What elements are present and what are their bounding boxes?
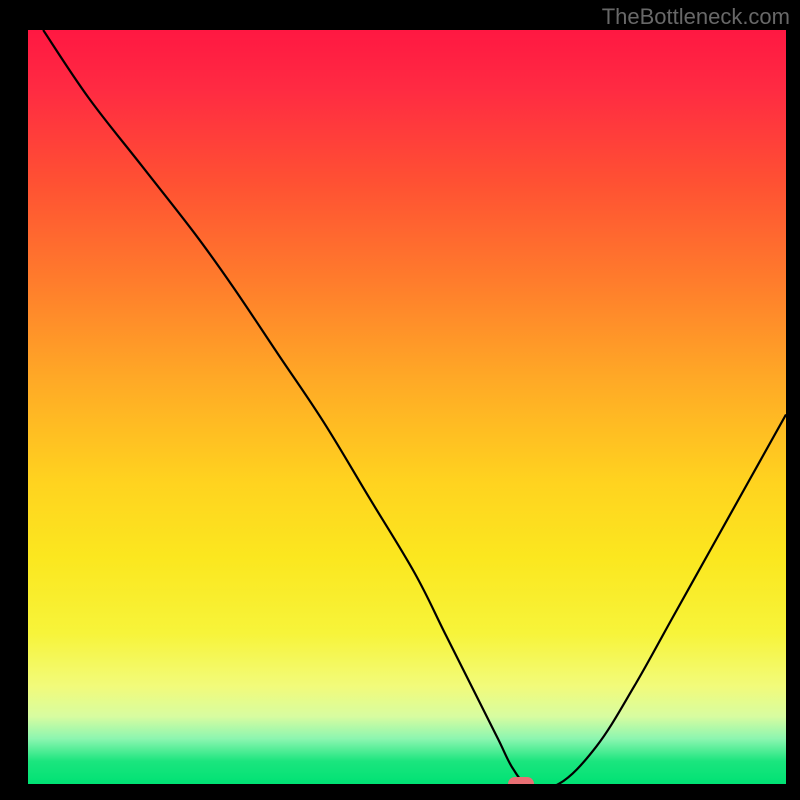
watermark-text: TheBottleneck.com xyxy=(602,4,790,30)
plot-area xyxy=(28,30,786,784)
bottleneck-curve xyxy=(28,30,786,784)
optimal-marker xyxy=(508,777,534,784)
